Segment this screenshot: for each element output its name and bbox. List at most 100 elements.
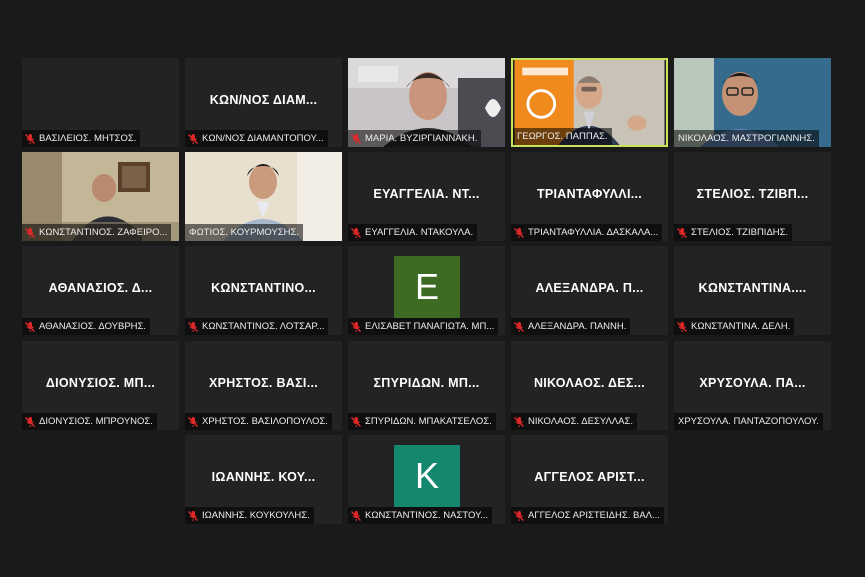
participant-name: ΙΩΑΝΝΗΣ. ΚΟΥΚΟΥΛΗΣ.: [202, 510, 310, 521]
participant-gallery: ΒΑΣΙΛΕΙΟΣ. ΜΗΤΣΟΣ. ΚΩΝ/ΝΟΣ ΔΙΑΜ... ΚΩΝ/ΝΟ…: [0, 0, 865, 577]
participant-name: ΤΡΙΑΝΤΑΦΥΛΛΙΑ. ΔΑΣΚΑΛΑ...: [528, 227, 659, 238]
participant-tile[interactable]: ΧΡΥΣΟΥΛΑ. ΠΑ... ΧΡΥΣΟΥΛΑ. ΠΑΝΤΑΖΟΠΟΥΛΟΥ.: [674, 341, 831, 430]
participant-name: ΣΤΕΛΙΟΣ. ΤΖΙΒΠΙΔΗΣ.: [691, 227, 789, 238]
participant-name-label: ΣΠΥΡΙΔΩΝ. ΜΠΑΚΑΤΣΕΛΟΣ.: [348, 413, 496, 430]
participant-tile[interactable]: ΔΙΟΝΥΣΙΟΣ. ΜΠ... ΔΙΟΝΥΣΙΟΣ. ΜΠΡΟΥΝΟΣ.: [22, 341, 179, 430]
participant-name: ΚΩΝ/ΝΟΣ ΔΙΑΜΑΝΤΟΠΟΥ...: [202, 133, 324, 144]
participant-display-name: ΚΩΝΣΤΑΝΤΙΝΑ....: [698, 281, 807, 295]
mic-muted-icon: [187, 321, 199, 333]
participant-tile[interactable]: ΜΑΡΙΑ. ΒΥΖΙΡΓΙΑΝΝΑΚΗ.: [348, 58, 505, 147]
participant-tile[interactable]: ΑΓΓΕΛΟΣ ΑΡΙΣΤ... ΑΓΓΕΛΟΣ ΑΡΙΣΤΕΙΔΗΣ. ΒΑΛ…: [511, 435, 668, 524]
participant-name-label: ΑΓΓΕΛΟΣ ΑΡΙΣΤΕΙΔΗΣ. ΒΑΛ...: [511, 507, 664, 524]
participant-name: ΜΑΡΙΑ. ΒΥΖΙΡΓΙΑΝΝΑΚΗ.: [365, 133, 478, 144]
participant-name: ΝΙΚΟΛΑΟΣ. ΔΕΣΥΛΛΑΣ.: [528, 416, 633, 427]
participant-name: ΧΡΥΣΟΥΛΑ. ΠΑΝΤΑΖΟΠΟΥΛΟΥ.: [678, 416, 819, 427]
mic-muted-icon: [513, 416, 525, 428]
mic-muted-icon: [187, 133, 199, 145]
participant-display-name: ΑΘΑΝΑΣΙΟΣ. Δ...: [48, 281, 153, 295]
participant-tile[interactable]: ΒΑΣΙΛΕΙΟΣ. ΜΗΤΣΟΣ.: [22, 58, 179, 147]
participant-display-name: ΣΠΥΡΙΔΩΝ. ΜΠ...: [373, 376, 480, 390]
mic-muted-icon: [676, 227, 688, 239]
participant-name: ΚΩΝΣΤΑΝΤΙΝΑ. ΔΕΛΗ.: [691, 321, 791, 332]
participant-name: ΒΑΣΙΛΕΙΟΣ. ΜΗΤΣΟΣ.: [39, 133, 137, 144]
participant-name: ΚΩΝΣΤΑΝΤΙΝΟΣ. ΛΟΤΣΑΡ...: [202, 321, 325, 332]
participant-display-name: ΧΡΗΣΤΟΣ. ΒΑΣΙ...: [208, 376, 319, 390]
mic-muted-icon: [24, 133, 36, 145]
participant-tile[interactable]: ΚΩΝ/ΝΟΣ ΔΙΑΜ... ΚΩΝ/ΝΟΣ ΔΙΑΜΑΝΤΟΠΟΥ...: [185, 58, 342, 147]
participant-display-name: ΕΥΑΓΓΕΛΙΑ. ΝΤ...: [373, 187, 480, 201]
participant-tile[interactable]: ΣΤΕΛΙΟΣ. ΤΖΙΒΠ... ΣΤΕΛΙΟΣ. ΤΖΙΒΠΙΔΗΣ.: [674, 152, 831, 241]
participant-display-name: ΧΡΥΣΟΥΛΑ. ΠΑ...: [699, 376, 806, 390]
participant-name-label: ΚΩΝΣΤΑΝΤΙΝΟΣ. ΖΑΦΕΙΡΟ...: [22, 224, 172, 241]
participant-tile[interactable]: E ΕΛΙΣΑΒΕΤ ΠΑΝΑΓΙΩΤΑ. ΜΠ...: [348, 246, 505, 335]
participant-name-label: ΙΩΑΝΝΗΣ. ΚΟΥΚΟΥΛΗΣ.: [185, 507, 314, 524]
mic-muted-icon: [350, 321, 362, 333]
participant-name: ΚΩΝΣΤΑΝΤΙΝΟΣ. ΝΑΣΤΟΥ...: [365, 510, 489, 521]
participant-tile[interactable]: ΚΩΝΣΤΑΝΤΙΝΑ.... ΚΩΝΣΤΑΝΤΙΝΑ. ΔΕΛΗ.: [674, 246, 831, 335]
participant-name-label: ΚΩΝ/ΝΟΣ ΔΙΑΜΑΝΤΟΠΟΥ...: [185, 130, 328, 147]
participant-tile[interactable]: ΣΠΥΡΙΔΩΝ. ΜΠ... ΣΠΥΡΙΔΩΝ. ΜΠΑΚΑΤΣΕΛΟΣ.: [348, 341, 505, 430]
participant-display-name: ΚΩΝΣΤΑΝΤΙΝΟ...: [211, 281, 316, 295]
participant-name: ΕΥΑΓΓΕΛΙΑ. ΝΤΑΚΟΥΛΑ.: [365, 227, 474, 238]
participant-tile[interactable]: ΓΕΩΡΓΟΣ. ΠΑΠΠΑΣ.: [511, 58, 668, 147]
participant-avatar: K: [394, 445, 460, 507]
participant-name: ΧΡΗΣΤΟΣ. ΒΑΣΙΛΟΠΟΥΛΟΣ.: [202, 416, 328, 427]
participant-tile[interactable]: ΕΥΑΓΓΕΛΙΑ. ΝΤ... ΕΥΑΓΓΕΛΙΑ. ΝΤΑΚΟΥΛΑ.: [348, 152, 505, 241]
participant-tile[interactable]: ΝΙΚΟΛΑΟΣ. ΜΑΣΤΡΟΓΙΑΝΝΗΣ.: [674, 58, 831, 147]
mic-muted-icon: [513, 321, 525, 333]
participant-name: ΣΠΥΡΙΔΩΝ. ΜΠΑΚΑΤΣΕΛΟΣ.: [365, 416, 492, 427]
participant-display-name: ΣΤΕΛΙΟΣ. ΤΖΙΒΠ...: [696, 187, 809, 201]
participant-name-label: ΑΘΑΝΑΣΙΟΣ. ΔΟΥΒΡΗΣ.: [22, 318, 151, 335]
mic-muted-icon: [513, 227, 525, 239]
mic-muted-icon: [513, 510, 525, 522]
mic-muted-icon: [350, 416, 362, 428]
participant-tile[interactable]: ΑΛΕΞΑΝΔΡΑ. Π... ΑΛΕΞΑΝΔΡΑ. ΠΑΝΝΗ.: [511, 246, 668, 335]
participant-name-label: ΒΑΣΙΛΕΙΟΣ. ΜΗΤΣΟΣ.: [22, 130, 141, 147]
participant-name-label: ΕΛΙΣΑΒΕΤ ΠΑΝΑΓΙΩΤΑ. ΜΠ...: [348, 318, 499, 335]
participant-name-label: ΔΙΟΝΥΣΙΟΣ. ΜΠΡΟΥΝΟΣ.: [22, 413, 157, 430]
participant-tile[interactable]: ΧΡΗΣΤΟΣ. ΒΑΣΙ... ΧΡΗΣΤΟΣ. ΒΑΣΙΛΟΠΟΥΛΟΣ.: [185, 341, 342, 430]
mic-muted-icon: [24, 321, 36, 333]
participant-tile[interactable]: ΑΘΑΝΑΣΙΟΣ. Δ... ΑΘΑΝΑΣΙΟΣ. ΔΟΥΒΡΗΣ.: [22, 246, 179, 335]
participant-name-label: ΧΡΥΣΟΥΛΑ. ΠΑΝΤΑΖΟΠΟΥΛΟΥ.: [674, 413, 823, 430]
mic-muted-icon: [187, 416, 199, 428]
participant-name-label: ΦΩΤΙΟΣ. ΚΟΥΡΜΟΥΣΗΣ.: [185, 224, 304, 241]
participant-name: ΕΛΙΣΑΒΕΤ ΠΑΝΑΓΙΩΤΑ. ΜΠ...: [365, 321, 495, 332]
participant-name-label: ΚΩΝΣΤΑΝΤΙΝΟΣ. ΛΟΤΣΑΡ...: [185, 318, 329, 335]
participant-tile[interactable]: ΙΩΑΝΝΗΣ. ΚΟΥ... ΙΩΑΝΝΗΣ. ΚΟΥΚΟΥΛΗΣ.: [185, 435, 342, 524]
mic-muted-icon: [24, 416, 36, 428]
participant-name-label: ΜΑΡΙΑ. ΒΥΖΙΡΓΙΑΝΝΑΚΗ.: [348, 130, 482, 147]
participant-name-label: ΚΩΝΣΤΑΝΤΙΝΑ. ΔΕΛΗ.: [674, 318, 795, 335]
participant-name: ΚΩΝΣΤΑΝΤΙΝΟΣ. ΖΑΦΕΙΡΟ...: [39, 227, 168, 238]
participant-name: ΑΓΓΕΛΟΣ ΑΡΙΣΤΕΙΔΗΣ. ΒΑΛ...: [528, 510, 660, 521]
mic-muted-icon: [187, 510, 199, 522]
participant-tile[interactable]: ΚΩΝΣΤΑΝΤΙΝΟ... ΚΩΝΣΤΑΝΤΙΝΟΣ. ΛΟΤΣΑΡ...: [185, 246, 342, 335]
participant-display-name: ΙΩΑΝΝΗΣ. ΚΟΥ...: [211, 470, 316, 484]
participant-avatar: E: [394, 256, 460, 318]
participant-tile[interactable]: K ΚΩΝΣΤΑΝΤΙΝΟΣ. ΝΑΣΤΟΥ...: [348, 435, 505, 524]
participant-name: ΦΩΤΙΟΣ. ΚΟΥΡΜΟΥΣΗΣ.: [189, 227, 300, 238]
participant-name-label: ΤΡΙΑΝΤΑΦΥΛΛΙΑ. ΔΑΣΚΑΛΑ...: [511, 224, 663, 241]
participant-display-name: ΑΛΕΞΑΝΔΡΑ. Π...: [535, 281, 644, 295]
participant-name: ΑΘΑΝΑΣΙΟΣ. ΔΟΥΒΡΗΣ.: [39, 321, 147, 332]
participant-name: ΔΙΟΝΥΣΙΟΣ. ΜΠΡΟΥΝΟΣ.: [39, 416, 153, 427]
participant-name-label: ΑΛΕΞΑΝΔΡΑ. ΠΑΝΝΗ.: [511, 318, 631, 335]
participant-name: ΑΛΕΞΑΝΔΡΑ. ΠΑΝΝΗ.: [528, 321, 627, 332]
participant-name-label: ΕΥΑΓΓΕΛΙΑ. ΝΤΑΚΟΥΛΑ.: [348, 224, 478, 241]
participant-display-name: ΔΙΟΝΥΣΙΟΣ. ΜΠ...: [45, 376, 156, 390]
participant-tile[interactable]: ΝΙΚΟΛΑΟΣ. ΔΕΣ... ΝΙΚΟΛΑΟΣ. ΔΕΣΥΛΛΑΣ.: [511, 341, 668, 430]
participant-name-label: ΝΙΚΟΛΑΟΣ. ΜΑΣΤΡΟΓΙΑΝΝΗΣ.: [674, 130, 819, 147]
participant-name: ΓΕΩΡΓΟΣ. ΠΑΠΠΑΣ.: [517, 131, 608, 142]
mic-muted-icon: [350, 133, 362, 145]
participant-tile[interactable]: ΦΩΤΙΟΣ. ΚΟΥΡΜΟΥΣΗΣ.: [185, 152, 342, 241]
participant-display-name: ΑΓΓΕΛΟΣ ΑΡΙΣΤ...: [534, 470, 645, 484]
participant-display-name: ΚΩΝ/ΝΟΣ ΔΙΑΜ...: [209, 93, 318, 107]
participant-name-label: ΣΤΕΛΙΟΣ. ΤΖΙΒΠΙΔΗΣ.: [674, 224, 793, 241]
participant-name-label: ΝΙΚΟΛΑΟΣ. ΔΕΣΥΛΛΑΣ.: [511, 413, 637, 430]
mic-muted-icon: [676, 321, 688, 333]
participant-tile[interactable]: ΚΩΝΣΤΑΝΤΙΝΟΣ. ΖΑΦΕΙΡΟ...: [22, 152, 179, 241]
participant-tile[interactable]: ΤΡΙΑΝΤΑΦΥΛΛΙ... ΤΡΙΑΝΤΑΦΥΛΛΙΑ. ΔΑΣΚΑΛΑ..…: [511, 152, 668, 241]
participant-name-label: ΧΡΗΣΤΟΣ. ΒΑΣΙΛΟΠΟΥΛΟΣ.: [185, 413, 332, 430]
participant-name-label: ΓΕΩΡΓΟΣ. ΠΑΠΠΑΣ.: [513, 128, 612, 145]
mic-muted-icon: [24, 227, 36, 239]
